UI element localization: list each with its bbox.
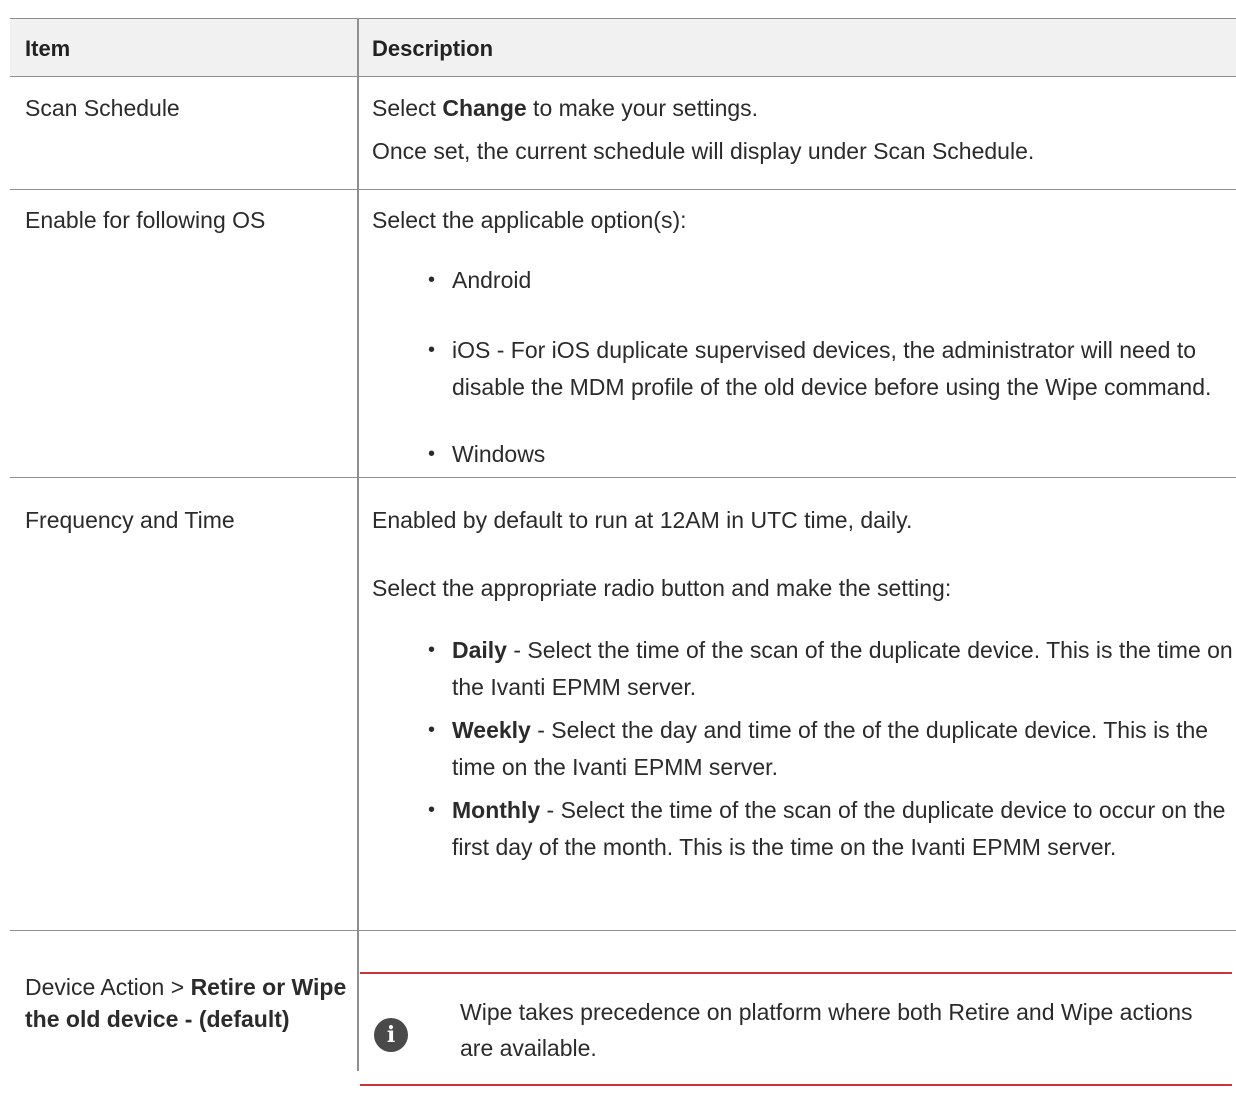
option-label: Weekly (452, 717, 531, 743)
table-row-os: Enable for following OS Select the appli… (10, 190, 1236, 478)
option-text: - Select the day and time of the of the … (452, 717, 1209, 780)
list-item: Monthly - Select the time of the scan of… (372, 792, 1236, 866)
table-row-scan-schedule: Scan Schedule Select Change to make your… (10, 77, 1236, 190)
item-scan-schedule: Scan Schedule (10, 77, 359, 189)
option-text: - Select the time of the scan of the dup… (452, 797, 1226, 860)
scan-schedule-line1: Select Change to make your settings. (372, 95, 759, 121)
table-row-frequency: Frequency and Time Enabled by default to… (10, 478, 1236, 931)
frequency-para2: Select the appropriate radio button and … (372, 575, 952, 601)
change-keyword: Change (442, 95, 527, 121)
description-scan-schedule: Select Change to make your settings. Onc… (359, 77, 1236, 189)
note-text: Wipe takes precedence on platform where … (460, 999, 1193, 1061)
item-device-action: Device Action > Retire or Wipe the old d… (10, 931, 359, 1071)
option-label: Monthly (452, 797, 541, 823)
list-item: Weekly - Select the day and time of the … (372, 712, 1236, 786)
item-frequency: Frequency and Time (10, 478, 359, 930)
header-item: Item (10, 19, 359, 76)
frequency-para1: Enabled by default to run at 12AM in UTC… (372, 507, 913, 533)
os-intro: Select the applicable option(s): (372, 207, 687, 233)
option-text: - Select the time of the scan of the dup… (452, 637, 1233, 700)
list-item: Android (372, 264, 1236, 296)
os-options-list: Android iOS - For iOS duplicate supervis… (372, 264, 1236, 470)
info-note: i Wipe takes precedence on platform wher… (360, 972, 1232, 1086)
list-item: Daily - Select the time of the scan of t… (372, 632, 1236, 706)
description-os: Select the applicable option(s): Android… (359, 190, 1236, 477)
list-item: iOS - For iOS duplicate supervised devic… (372, 332, 1236, 406)
option-label: Daily (452, 637, 507, 663)
description-frequency: Enabled by default to run at 12AM in UTC… (359, 478, 1236, 930)
scan-schedule-line2: Once set, the current schedule will disp… (372, 138, 1035, 164)
table-header-row: Item Description (10, 18, 1236, 77)
item-os: Enable for following OS (10, 190, 359, 477)
frequency-options-list: Daily - Select the time of the scan of t… (372, 632, 1236, 866)
info-icon: i (374, 1018, 408, 1052)
list-item: Windows (372, 438, 1236, 470)
header-description: Description (372, 36, 494, 61)
settings-table: Item Description Scan Schedule Select Ch… (10, 18, 1236, 1071)
